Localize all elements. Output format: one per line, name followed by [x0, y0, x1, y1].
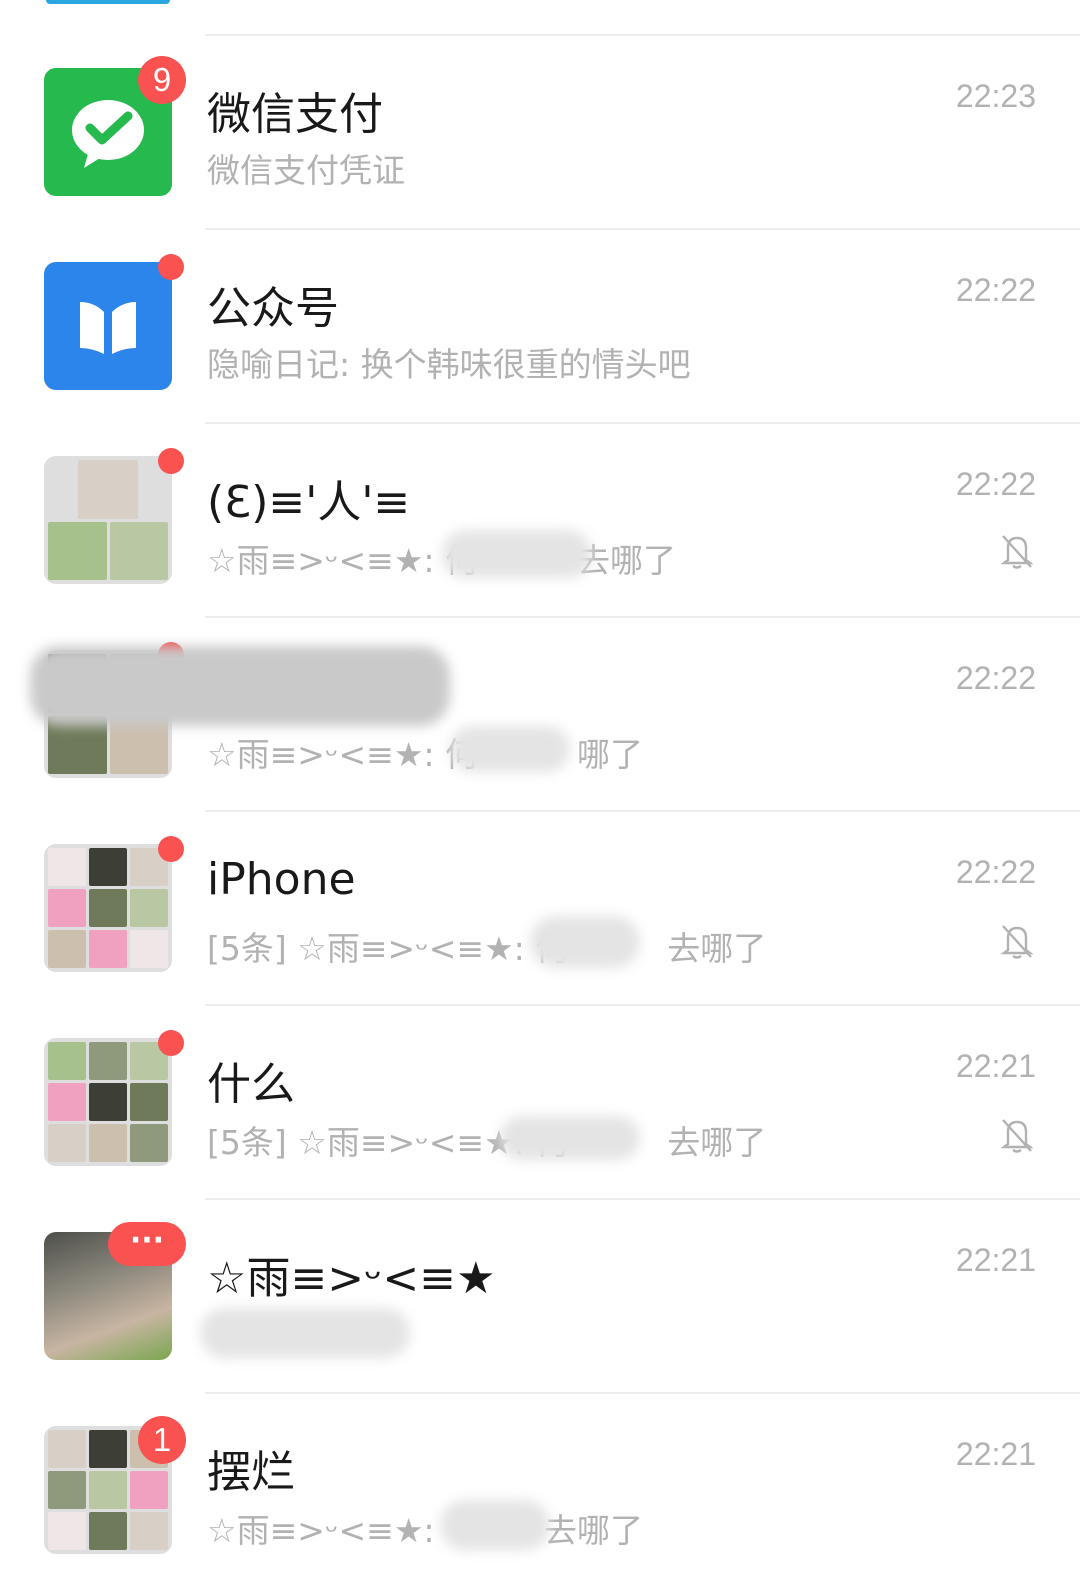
chat-preview: [5条] ☆雨≡>ᵕ<≡★: 何 去哪了	[207, 1123, 767, 1162]
group-avatar	[44, 844, 172, 972]
unread-dot	[158, 1030, 184, 1056]
row-divider	[205, 228, 1080, 230]
row-divider	[205, 34, 1080, 36]
redaction-blur	[30, 646, 450, 726]
row-divider	[205, 1198, 1080, 1200]
row-divider	[205, 422, 1080, 424]
unread-dot	[158, 448, 184, 474]
row-divider	[205, 810, 1080, 812]
chat-time: 22:22	[955, 660, 1036, 696]
chat-name: (Ɛ)≡'人'≡	[207, 477, 411, 528]
row-divider	[205, 616, 1080, 618]
chat-name: 公众号	[207, 283, 339, 334]
chat-time: 22:23	[955, 78, 1036, 114]
redaction-blur	[450, 726, 570, 772]
row-divider	[205, 1392, 1080, 1394]
bell-off-icon	[1000, 535, 1034, 569]
chat-preview: ☆雨≡>ᵕ<≡★: 何 哪了	[207, 735, 644, 774]
chat-time: 22:21	[955, 1048, 1036, 1084]
unread-dot	[158, 254, 184, 280]
chat-name: iPhone	[207, 854, 356, 905]
official-account-icon	[80, 302, 136, 354]
chat-row-bailan[interactable]: 1 摆烂 ☆雨≡>ᵕ<≡★: 去哪了 22:21	[0, 1392, 1080, 1586]
group-avatar	[44, 1038, 172, 1166]
chat-preview: [5条] ☆雨≡>ᵕ<≡★: 何 去哪了	[207, 929, 767, 968]
unread-dot	[158, 836, 184, 862]
redaction-blur	[500, 1116, 640, 1160]
unread-count-badge: 1	[138, 1416, 186, 1464]
chat-preview: 隐喻日记: 换个韩味很重的情头吧	[207, 345, 691, 384]
redaction-blur	[440, 1500, 550, 1550]
chat-name: ☆雨≡>ᵕ<≡★	[207, 1253, 496, 1304]
chat-time: 22:22	[955, 272, 1036, 308]
bell-off-icon	[1000, 925, 1034, 959]
row-divider	[205, 1004, 1080, 1006]
chat-row-shenme[interactable]: 什么 [5条] ☆雨≡>ᵕ<≡★: 何 去哪了 22:21	[0, 1004, 1080, 1198]
chat-row-wechat-pay[interactable]: 9 微信支付 微信支付凭证 22:23	[0, 34, 1080, 228]
chat-name: 微信支付	[207, 89, 383, 140]
chat-row-official-accounts[interactable]: 公众号 隐喻日记: 换个韩味很重的情头吧 22:22	[0, 228, 1080, 422]
chat-name: 摆烂	[207, 1447, 295, 1498]
bell-off-icon	[1000, 1119, 1034, 1153]
chat-time: 22:22	[955, 466, 1036, 502]
chat-time: 22:21	[955, 1436, 1036, 1472]
chat-list: 9 微信支付 微信支付凭证 22:23 公众号 隐喻日记: 换个韩味很重的情头吧…	[0, 0, 1080, 1558]
official-account-avatar	[44, 262, 172, 390]
chat-row-group-2[interactable]: ☆雨≡>ᵕ<≡★: 何 哪了 22:22	[0, 616, 1080, 810]
chat-name: 什么	[207, 1059, 295, 1110]
redaction-blur	[200, 1308, 410, 1358]
chat-row-group-1[interactable]: (Ɛ)≡'人'≡ ☆雨≡>ᵕ<≡★: 何 去哪了 22:22	[0, 422, 1080, 616]
chat-time: 22:22	[955, 854, 1036, 890]
chat-row-yu[interactable]: ··· ☆雨≡>ᵕ<≡★ 22:21	[0, 1198, 1080, 1392]
chat-preview: 微信支付凭证	[207, 151, 405, 190]
redaction-blur	[442, 530, 592, 578]
chat-time: 22:21	[955, 1242, 1036, 1278]
group-avatar	[44, 456, 172, 584]
unread-count-badge: 9	[138, 56, 186, 104]
unread-more-badge: ···	[108, 1222, 186, 1266]
redaction-blur	[530, 916, 640, 968]
chat-row-iphone[interactable]: iPhone [5条] ☆雨≡>ᵕ<≡★: 何 去哪了 22:22	[0, 810, 1080, 1004]
chat-preview: ☆雨≡>ᵕ<≡★: 去哪了	[207, 1511, 644, 1550]
